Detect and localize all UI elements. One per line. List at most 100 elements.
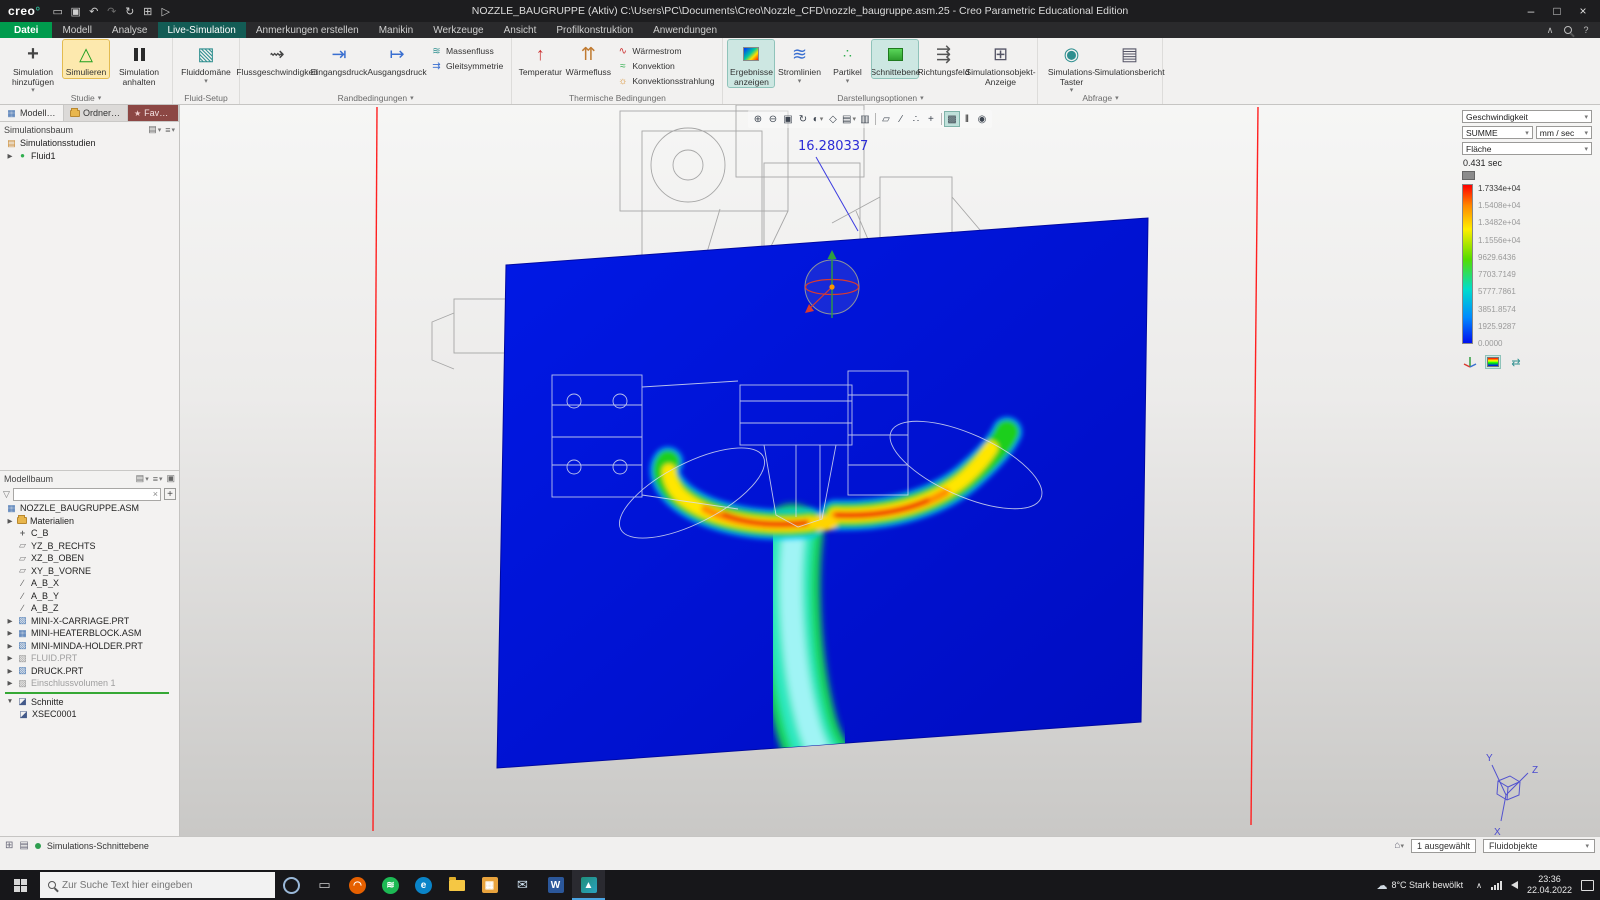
command-search-icon[interactable] — [1560, 24, 1576, 37]
browser-toggle-icon[interactable]: ▤ — [19, 840, 28, 851]
legend-options-button[interactable] — [1462, 171, 1475, 180]
tree-item-axis-y[interactable]: ∕ A_B_Y — [0, 590, 179, 603]
tree-filter-input[interactable] — [15, 489, 151, 499]
heat-stream-button[interactable]: ∿ Wärmestrom — [613, 44, 717, 58]
tree-item-einschlussvolumen[interactable]: ▶ ▨ Einschlussvolumen 1 — [0, 677, 179, 690]
saved-orientations-icon[interactable]: ▤ ▾ — [841, 112, 857, 126]
close-button[interactable]: × — [1570, 1, 1596, 21]
fluid-domain-button[interactable]: ▧ Fluiddomäne ▾ — [178, 40, 234, 85]
clear-filter-icon[interactable]: × — [153, 489, 158, 499]
datum-planes-icon[interactable]: ▱ — [879, 112, 893, 126]
expand-icon[interactable]: ▶ — [6, 642, 14, 650]
tree-columns-icon[interactable]: ▤ ▾ — [136, 473, 149, 484]
tree-item-csys[interactable]: + C_B — [0, 527, 179, 540]
temperature-button[interactable]: ↑ Temperatur — [517, 40, 563, 78]
search-tools-icon[interactable]: ⌂▾ — [1394, 840, 1404, 851]
undo-icon[interactable]: ↶ — [85, 3, 103, 19]
weather-widget[interactable]: ☁ 8°C Stark bewölkt — [1372, 870, 1467, 900]
expand-icon[interactable]: ▶ — [6, 654, 14, 662]
tree-item-axis-x[interactable]: ∕ A_B_X — [0, 577, 179, 590]
group-label-abfrage[interactable]: Abfrage — [1082, 93, 1112, 103]
tree-item-heaterblock[interactable]: ▶ ▦ MINI-HEATERBLOCK.ASM — [0, 627, 179, 640]
tab-manikin[interactable]: Manikin — [369, 22, 423, 38]
pause-display-icon[interactable]: ‖ — [960, 112, 974, 126]
group-label-studie[interactable]: Studie — [71, 93, 95, 103]
sim-tree-fluid1[interactable]: ▶ ● Fluid1 — [0, 150, 179, 163]
display-mode-select[interactable]: Fläche ▾ — [1462, 142, 1592, 155]
simulation-probe-button[interactable]: ◉ Simulations-Taster ▾ — [1043, 40, 1099, 95]
convection-radiation-button[interactable]: ☼ Konvektionsstrahlung — [613, 74, 717, 88]
simulation-display-icon[interactable]: ▩ — [943, 111, 960, 127]
taskbar-app-calculator[interactable]: ▦ — [473, 870, 506, 900]
expand-icon[interactable]: ▶ — [6, 617, 14, 625]
tab-ordner-browser[interactable]: Ordner-Browser — [64, 105, 128, 121]
task-view-button[interactable]: ▭ — [308, 870, 341, 900]
taskbar-app-word[interactable]: W — [539, 870, 572, 900]
taskbar-app-mail[interactable]: ✉ — [506, 870, 539, 900]
network-icon[interactable] — [1490, 880, 1502, 890]
display-style-icon[interactable]: ◐ ▾ — [811, 112, 825, 126]
help-icon[interactable]: ? — [1578, 24, 1594, 37]
tree-item-carriage[interactable]: ▶ ▧ MINI-X-CARRIAGE.PRT — [0, 615, 179, 628]
collapse-icon[interactable]: ▼ — [6, 698, 14, 705]
tab-live-simulation[interactable]: Live-Simulation — [157, 22, 246, 38]
group-label-darstellung[interactable]: Darstellungsoptionen — [837, 93, 917, 103]
tree-item-druck[interactable]: ▶ ▧ DRUCK.PRT — [0, 665, 179, 678]
tab-analyse[interactable]: Analyse — [102, 22, 158, 38]
panel-pin-icon[interactable]: ▣ — [166, 473, 175, 484]
save-icon[interactable]: ▣ — [67, 3, 85, 19]
tab-anmerkungen[interactable]: Anmerkungen erstellen — [246, 22, 369, 38]
simulation-object-display-button[interactable]: ⊞ Simulationsobjekt-Anzeige — [965, 40, 1035, 87]
search-input[interactable] — [62, 879, 267, 891]
volume-icon[interactable] — [1510, 881, 1518, 889]
tree-item-fluid-part[interactable]: ▶ ▧ FLUID.PRT — [0, 652, 179, 665]
streamlines-button[interactable]: ≋ Stromlinien ▾ — [776, 40, 822, 85]
tab-ansicht[interactable]: Ansicht — [494, 22, 547, 38]
regenerate-icon[interactable]: ↻ — [121, 3, 139, 19]
zoom-in-icon[interactable]: ⊕ — [751, 112, 765, 126]
unit-select[interactable]: mm / sec ▾ — [1535, 126, 1592, 139]
simulation-report-button[interactable]: ▤ Simulationsbericht — [1094, 40, 1164, 78]
group-label-randbedingungen[interactable]: Randbedingungen — [338, 93, 407, 103]
view-manager-icon[interactable]: ▥ — [858, 112, 872, 126]
taskbar-app-spotify[interactable]: ≋ — [374, 870, 407, 900]
taskbar-app-edge[interactable]: e — [407, 870, 440, 900]
minimize-button[interactable]: – — [1518, 1, 1544, 21]
maximize-button[interactable]: □ — [1544, 1, 1570, 21]
datum-axes-icon[interactable]: ∕ — [894, 112, 908, 126]
triad-toggle-icon[interactable] — [1462, 355, 1478, 369]
tab-favoriten[interactable]: ★ Favoriten — [128, 105, 179, 121]
notification-center-icon[interactable] — [1581, 879, 1594, 891]
particles-button[interactable]: ∴ Partikel ▾ — [824, 40, 870, 85]
tree-settings-icon[interactable]: ▤ ▾ — [148, 124, 161, 135]
datum-points-icon[interactable]: ∴ — [909, 112, 923, 126]
expand-icon[interactable]: ▶ — [6, 667, 14, 675]
simulate-button[interactable]: △ Simulieren — [62, 39, 110, 79]
selection-filter-select[interactable]: Fluidobjekte ▾ — [1483, 838, 1595, 853]
window-icon[interactable]: ⊞ — [139, 3, 157, 19]
tree-item-plane-xy[interactable]: ▱ XY_B_VORNE — [0, 565, 179, 578]
redo-icon[interactable]: ↷ — [103, 3, 121, 19]
tree-item-schnitte[interactable]: ▼ ◪ Schnitte — [0, 696, 179, 709]
expand-icon[interactable]: ▶ — [6, 152, 14, 160]
slip-symmetry-button[interactable]: ⇉ Gleitsymmetrie — [427, 59, 506, 73]
tree-item-assembly[interactable]: ▦ NOZZLE_BAUGRUPPE.ASM — [0, 502, 179, 515]
tree-item-minda-holder[interactable]: ▶ ▧ MINI-MINDA-HOLDER.PRT — [0, 640, 179, 653]
add-simulation-button[interactable]: + Simulation hinzufügen ▾ — [5, 40, 61, 95]
cortana-button[interactable] — [275, 870, 308, 900]
inlet-pressure-button[interactable]: ⇥ Eingangsdruck — [311, 40, 368, 78]
taskbar-clock[interactable]: 23:36 22.04.2022 — [1527, 874, 1572, 897]
tab-modellbaum[interactable]: ▦ Modellbaum — [0, 105, 64, 121]
hidden-icons-chevron[interactable]: ∧ — [1476, 881, 1482, 890]
tree-item-axis-z[interactable]: ∕ A_B_Z — [0, 602, 179, 615]
refresh-legend-icon[interactable]: ⇄ — [1508, 355, 1524, 369]
legend-style-icon[interactable] — [1485, 355, 1501, 369]
tab-werkzeuge[interactable]: Werkzeuge — [423, 22, 493, 38]
result-field-select[interactable]: Geschwindigkeit ▾ — [1462, 110, 1592, 123]
funnel-icon[interactable]: ▽ — [3, 489, 10, 500]
cut-plane-button[interactable]: Schnittebene — [870, 39, 921, 79]
tab-datei[interactable]: Datei — [0, 22, 53, 38]
repaint-icon[interactable]: ↻ — [796, 112, 810, 126]
start-button[interactable] — [0, 870, 40, 900]
refit-icon[interactable]: ▣ — [781, 112, 795, 126]
